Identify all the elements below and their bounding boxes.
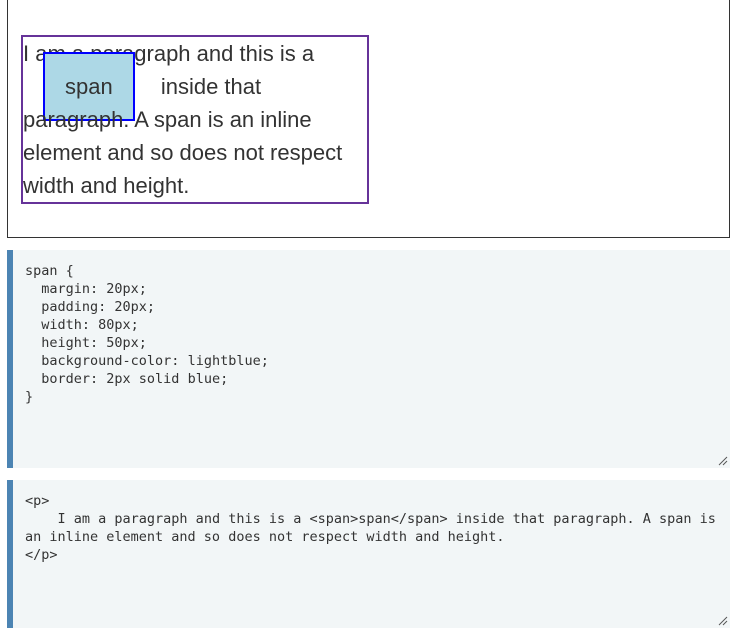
css-code[interactable]: span { margin: 20px; padding: 20px; widt… bbox=[13, 250, 730, 406]
css-code-editor[interactable]: span { margin: 20px; padding: 20px; widt… bbox=[7, 250, 730, 468]
demo-paragraph: I am a paragraph and this is a span insi… bbox=[21, 35, 369, 204]
html-code[interactable]: <p> I am a paragraph and this is a <span… bbox=[13, 480, 730, 564]
resize-handle-icon[interactable] bbox=[718, 616, 728, 626]
output-preview: I am a paragraph and this is a span insi… bbox=[7, 0, 730, 238]
html-code-editor[interactable]: <p> I am a paragraph and this is a <span… bbox=[7, 480, 730, 628]
resize-handle-icon[interactable] bbox=[718, 456, 728, 466]
